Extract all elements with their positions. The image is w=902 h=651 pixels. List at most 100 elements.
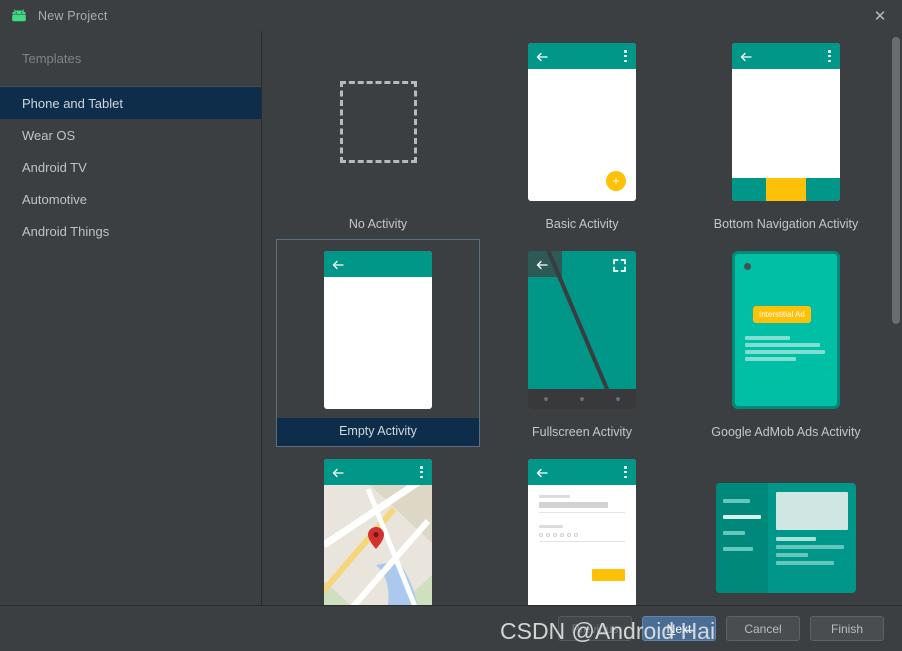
new-project-dialog: New Project ✕ Templates Phone and Tablet… <box>0 0 902 651</box>
template-label: Basic Activity <box>545 217 619 231</box>
nav-dot-icon <box>580 397 584 401</box>
template-card-master-detail-flow[interactable]: Master/Detail Flow <box>684 447 888 605</box>
nav-dot-icon <box>616 397 620 401</box>
interstitial-ad-badge: Interstitial Ad <box>753 306 811 323</box>
finish-button[interactable]: Finish <box>810 616 884 641</box>
template-card-login-activity[interactable]: Login Activity <box>480 447 684 605</box>
sidebar-header: Templates <box>0 31 261 87</box>
back-arrow-icon <box>536 466 548 478</box>
overflow-menu-icon <box>420 466 423 479</box>
field-label <box>539 495 570 498</box>
template-art <box>277 240 479 418</box>
username-field-mock <box>539 495 625 513</box>
template-card-maps-activity[interactable]: Google Maps Activity <box>276 447 480 605</box>
nav-dot-icon <box>544 397 548 401</box>
phone-mock: Interstitial Ad <box>732 251 840 409</box>
template-art: + <box>480 31 684 211</box>
templates-grid: No Activity + Basic Activity Bottom Navi… <box>262 31 902 605</box>
sidebar-item-android-things[interactable]: Android Things <box>0 215 261 247</box>
template-art: Interstitial Ad <box>684 239 888 419</box>
sidebar-item-label: Android Things <box>22 223 110 239</box>
back-arrow-icon <box>332 258 344 270</box>
sign-in-button-mock <box>592 569 625 581</box>
back-arrow-icon <box>740 50 752 62</box>
bottom-navigation-bar <box>732 178 840 201</box>
list-item <box>723 547 753 551</box>
next-button[interactable]: Next <box>642 616 716 641</box>
template-art <box>684 447 888 605</box>
template-card-fullscreen-activity[interactable]: Fullscreen Activity <box>480 239 684 447</box>
back-arrow-icon <box>536 50 548 62</box>
window-title: New Project <box>38 8 108 23</box>
password-field-mock <box>539 525 625 542</box>
text-line <box>745 350 825 354</box>
master-list-pane <box>716 483 768 593</box>
close-icon[interactable]: ✕ <box>870 6 890 26</box>
sidebar-item-label: Phone and Tablet <box>22 95 123 111</box>
list-item <box>723 499 750 503</box>
password-dots-icon <box>539 533 625 537</box>
overflow-menu-icon <box>624 466 627 479</box>
diagonal-stripe-wrap <box>546 251 636 409</box>
title-bar: New Project ✕ <box>0 0 902 31</box>
field-value <box>539 502 608 508</box>
text-line <box>776 561 834 565</box>
floating-action-button-icon: + <box>606 171 626 191</box>
detail-image-placeholder <box>776 492 848 530</box>
system-nav-bar <box>528 389 636 409</box>
sidebar-item-android-tv[interactable]: Android TV <box>0 151 261 183</box>
phone-mock <box>324 251 432 409</box>
scrollbar-thumb[interactable] <box>892 36 900 324</box>
dashed-placeholder-icon <box>339 81 417 163</box>
text-line <box>776 537 817 541</box>
text-line <box>745 357 796 361</box>
nav-item <box>732 178 767 201</box>
sidebar-item-phone-and-tablet[interactable]: Phone and Tablet <box>0 87 261 119</box>
template-card-bottom-navigation-activity[interactable]: Bottom Navigation Activity <box>684 31 888 239</box>
template-art <box>684 31 888 211</box>
template-label: No Activity <box>348 217 408 231</box>
tablet-mock <box>716 483 856 593</box>
phone-mock <box>528 251 636 409</box>
previous-button[interactable]: Previous <box>558 616 632 641</box>
field-underline <box>539 541 625 542</box>
sidebar-item-automotive[interactable]: Automotive <box>0 183 261 215</box>
map-marker-icon <box>368 527 384 549</box>
overflow-menu-icon <box>828 50 831 63</box>
nav-item-active <box>766 178 806 201</box>
templates-scrollbar[interactable] <box>891 31 902 605</box>
back-arrow-icon <box>332 466 344 478</box>
text-line <box>776 545 844 549</box>
template-card-admob-activity[interactable]: Interstitial Ad Google AdMob Ads Activit… <box>684 239 888 447</box>
list-item <box>723 531 746 535</box>
dialog-body: Templates Phone and Tablet Wear OS Andro… <box>0 31 902 605</box>
overflow-menu-icon <box>624 50 627 63</box>
field-underline <box>539 512 625 513</box>
dialog-footer: Previous Next Cancel Finish CSDN @Androi… <box>0 605 902 651</box>
fullscreen-expand-icon <box>613 259 626 272</box>
placeholder-text-lines <box>745 336 827 364</box>
sidebar-item-label: Android TV <box>22 159 87 175</box>
phone-mock <box>732 43 840 201</box>
phone-mock <box>528 459 636 605</box>
templates-sidebar: Templates Phone and Tablet Wear OS Andro… <box>0 31 262 605</box>
text-line <box>776 553 808 557</box>
template-art <box>276 31 480 211</box>
phone-mock: + <box>528 43 636 201</box>
sidebar-item-label: Wear OS <box>22 127 76 143</box>
sidebar-item-wear-os[interactable]: Wear OS <box>0 119 261 151</box>
nav-item <box>805 178 840 201</box>
template-label: Bottom Navigation Activity <box>713 217 859 231</box>
template-card-empty-activity[interactable]: Empty Activity <box>276 239 480 447</box>
template-label: Fullscreen Activity <box>531 425 633 439</box>
back-arrow-icon <box>536 258 548 270</box>
template-label: Empty Activity <box>277 418 479 446</box>
camera-dot-icon <box>744 263 751 270</box>
template-card-basic-activity[interactable]: + Basic Activity <box>480 31 684 239</box>
templates-grid-pane[interactable]: No Activity + Basic Activity Bottom Navi… <box>262 31 902 605</box>
cancel-button[interactable]: Cancel <box>726 616 800 641</box>
android-logo-icon <box>10 8 28 23</box>
template-card-no-activity[interactable]: No Activity <box>276 31 480 239</box>
phone-mock <box>324 459 432 605</box>
next-button-rest: ext <box>675 621 692 636</box>
